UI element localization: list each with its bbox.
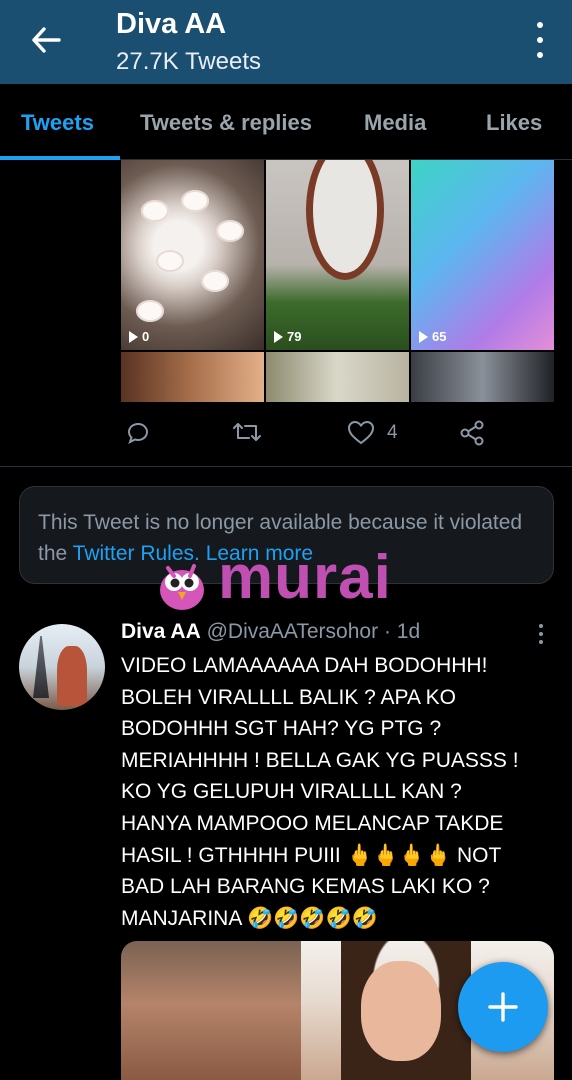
author-name[interactable]: Diva AA xyxy=(121,620,201,643)
profile-name: Diva AA xyxy=(116,8,227,40)
watermark-text: murai xyxy=(218,543,392,612)
profile-tabs: Tweets Tweets & replies Media Likes xyxy=(0,84,572,160)
reply-icon xyxy=(127,422,148,444)
play-icon xyxy=(274,330,283,343)
play-icon xyxy=(129,330,138,343)
tab-likes[interactable]: Likes xyxy=(486,110,542,136)
media-thumbnail[interactable] xyxy=(411,352,554,402)
like-button[interactable]: 4 xyxy=(347,420,398,446)
plus-icon xyxy=(488,992,518,1022)
view-count: 0 xyxy=(129,329,149,344)
share-icon xyxy=(460,420,484,446)
media-thumbnail[interactable]: 0 xyxy=(121,160,264,350)
tweet-time: 1d xyxy=(396,620,421,643)
like-count: 4 xyxy=(387,422,398,443)
media-thumbnail[interactable]: 79 xyxy=(266,160,409,350)
heart-icon xyxy=(347,420,375,445)
media-thumbnail[interactable] xyxy=(266,352,409,402)
divider xyxy=(0,466,572,467)
author-handle[interactable]: @DivaAATersohor xyxy=(207,620,379,643)
tweet-header: Diva AA @DivaAATersohor · 1d xyxy=(121,620,421,643)
more-options-button[interactable] xyxy=(530,22,550,58)
media-thumbnail[interactable]: 65 xyxy=(411,160,554,350)
tab-tweets-replies[interactable]: Tweets & replies xyxy=(140,110,312,136)
play-icon xyxy=(419,330,428,343)
tweet-more-button[interactable] xyxy=(537,624,545,644)
back-button[interactable] xyxy=(24,20,68,60)
retweet-icon xyxy=(233,423,261,441)
tab-media[interactable]: Media xyxy=(364,110,426,136)
retweet-button[interactable] xyxy=(231,420,275,444)
bird-logo-icon xyxy=(160,564,204,610)
view-count: 79 xyxy=(274,329,301,344)
tweet-text: VIDEO LAMAAAAAA DAH BODOHHH! BOLEH VIRAL… xyxy=(121,654,519,930)
more-vertical-icon xyxy=(539,624,543,628)
tweet-media-grid: 0 79 65 xyxy=(121,160,554,402)
tweet-actions: 4 xyxy=(121,416,554,456)
view-count: 65 xyxy=(419,329,446,344)
avatar[interactable] xyxy=(19,624,105,710)
compose-tweet-button[interactable] xyxy=(458,962,548,1052)
watermark: murai xyxy=(156,543,426,618)
active-tab-indicator xyxy=(0,156,120,160)
media-thumbnail[interactable] xyxy=(121,352,264,402)
reply-button[interactable] xyxy=(125,420,163,444)
more-vertical-icon xyxy=(537,22,543,28)
mirror-shape xyxy=(306,160,384,280)
share-button[interactable] xyxy=(459,420,485,446)
tweet-count: 27.7K Tweets xyxy=(116,48,261,75)
arrow-left-icon xyxy=(32,27,61,53)
profile-header: Diva AA 27.7K Tweets xyxy=(0,0,572,84)
tab-tweets[interactable]: Tweets xyxy=(21,110,94,136)
